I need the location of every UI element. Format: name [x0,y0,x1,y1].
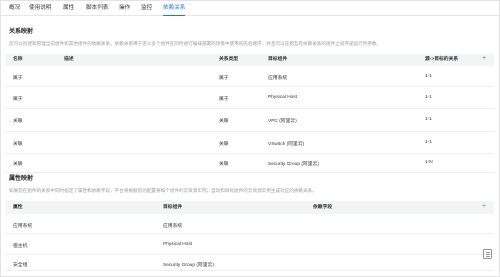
tab-usage[interactable]: 使用说明 [29,1,51,16]
cell-target-component: VPC (阿里云) [268,119,297,124]
attribute-section-description: 如果您在组件的关系中同时指定了属性和依赖字段，平台将根据您的配置将每个组件的云资… [9,188,317,193]
column-header-description: 描述 [64,57,74,62]
document-list-icon[interactable] [483,249,492,259]
column-header-name: 名称 [13,57,23,62]
relation-table-header: 名称 描述 关系类型 目标组件 源->目标的关系 + [6,54,494,66]
table-row[interactable]: 关联 关联 Security Group (阿里云) 1-N [6,154,494,173]
table-row[interactable]: 应用系统 应用系统 [6,214,494,234]
cell-target-component: Physical Host [268,95,298,100]
cell-relation-type: 属于 [219,76,229,81]
relation-section-title: 关系映射 [9,29,34,35]
table-row[interactable]: 安全组 Security Group (阿里云) [6,255,494,271]
cell-relation-type: 属于 [219,97,229,102]
tab-monitoring[interactable]: 监控 [141,1,152,16]
column-header-cardinality: 源->目标的关系 [425,57,459,62]
cell-cardinality: 1-N [425,160,433,165]
cell-relation-type: 关联 [219,162,229,167]
cell-cardinality: 1-1 [425,74,432,79]
cell-relation-type: 关联 [219,142,229,147]
cell-target-component: 应用系统 [268,76,288,81]
tab-attributes[interactable]: 属性 [63,1,74,16]
table-row[interactable]: 关联 关联 VSwitch (阿里云) 1-1 [6,132,494,154]
cell-cardinality: 1-1 [425,140,432,145]
relation-section-description: 您可以创建和管理当前组件和其他组件的依赖关系，依赖关系用于定义多个组件在同时进行… [9,41,382,46]
cell-attribute: 安全组 [13,263,28,268]
tab-operations[interactable]: 操作 [119,1,130,16]
tab-dependencies[interactable]: 依赖关系 [163,1,186,16]
tab-bar: 概况 使用说明 属性 脚本列表 操作 监控 依赖关系 [1,1,500,16]
column-header-dependency-field: 依赖字段 [313,205,333,210]
cell-name: 关联 [13,162,23,167]
cell-target-component: Physical Host [163,242,193,247]
table-row[interactable]: 宿主机 Physical Host [6,234,494,255]
column-header-target-component: 目标组件 [268,57,288,62]
attribute-table-header: 属性 目标组件 依赖字段 + [6,201,494,214]
tab-scripts[interactable]: 脚本列表 [86,1,108,16]
tab-overview[interactable]: 概况 [9,1,20,16]
attribute-section-title: 属性映射 [9,176,34,182]
cell-name: 属于 [13,76,23,81]
cell-target-component: Security Group (阿里云) [163,263,214,268]
plus-icon[interactable]: + [482,55,486,62]
cell-attribute: 宿主机 [13,244,28,249]
cell-target-component: VSwitch (阿里云) [268,142,305,147]
cell-cardinality: 1-1 [425,95,432,100]
column-header-attribute: 属性 [13,205,23,210]
cell-target-component: Security Group (阿里云) [268,162,319,167]
column-header-relation-type: 关系类型 [219,57,239,62]
cell-attribute: 应用系统 [13,224,33,229]
cell-name: 关联 [13,119,23,124]
dependency-page: 概况 使用说明 属性 脚本列表 操作 监控 依赖关系 关系映射 您可以创建和管理… [0,0,500,277]
table-row[interactable]: 关联 关联 VPC (阿里云) 1-1 [6,109,494,132]
column-header-target-component: 目标组件 [163,205,183,210]
cell-name: 关联 [13,142,23,147]
cell-target-component: 应用系统 [163,224,183,229]
plus-icon[interactable]: + [482,203,486,210]
cell-relation-type: 关联 [219,119,229,124]
table-row[interactable]: 属于 属于 Physical Host 1-1 [6,87,494,109]
cell-cardinality: 1-1 [425,117,432,122]
table-row[interactable]: 属于 属于 应用系统 1-1 [6,66,494,87]
cell-name: 属于 [13,97,23,102]
